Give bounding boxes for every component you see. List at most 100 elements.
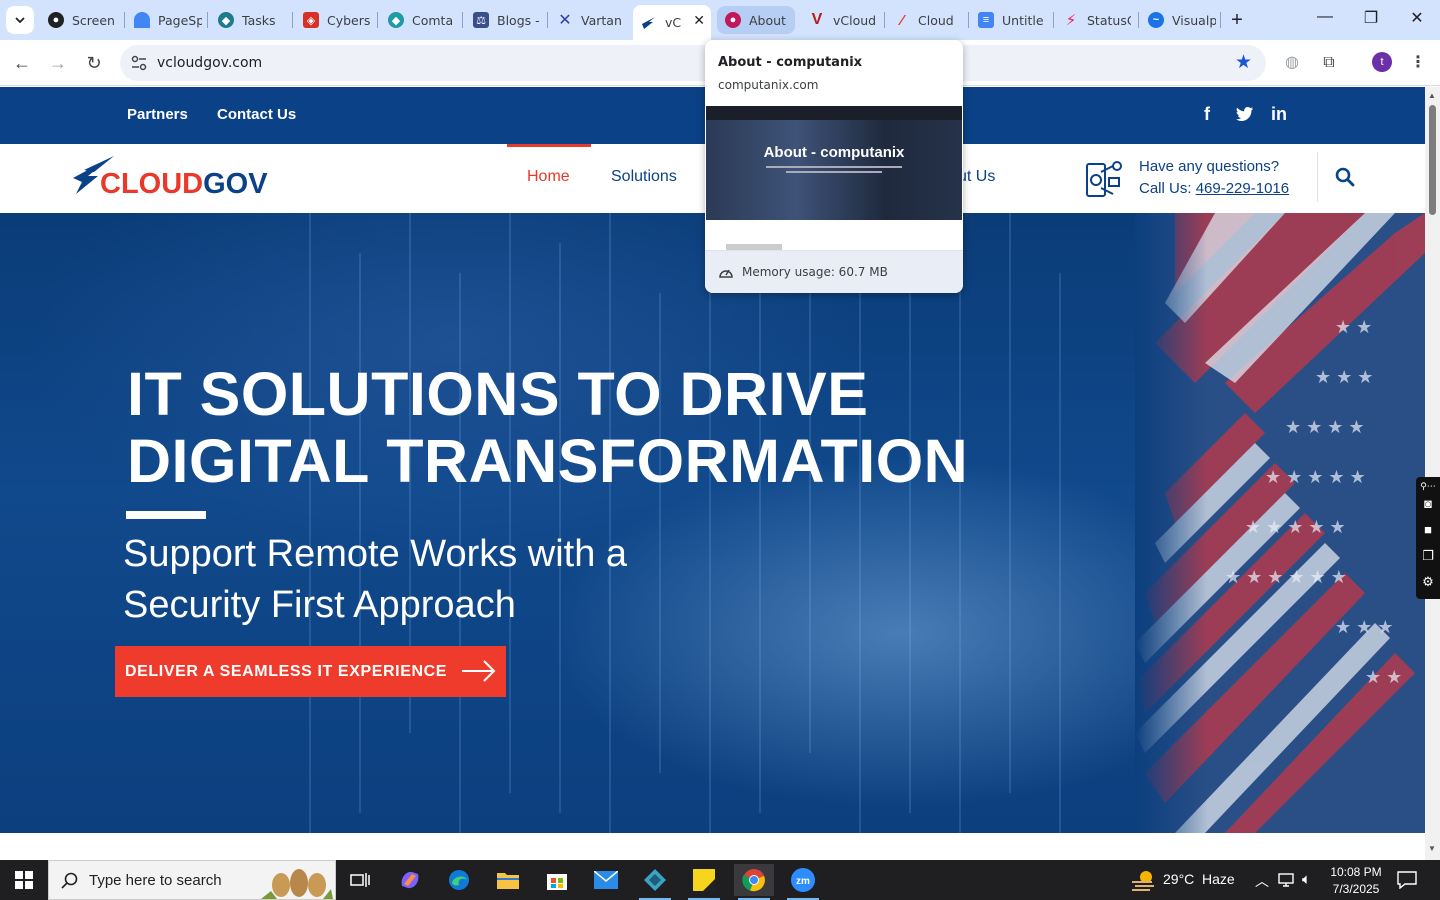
twitter-icon[interactable] xyxy=(1236,106,1254,122)
tab-pagespeed[interactable]: PageSp xyxy=(126,5,210,35)
notifications-icon[interactable] xyxy=(1397,871,1417,889)
tab-cloud[interactable]: ⁄ Cloud xyxy=(886,5,970,35)
linkedin-icon[interactable]: in xyxy=(1271,104,1287,125)
app-diamond-icon[interactable] xyxy=(635,864,675,900)
forward-arrow-icon[interactable]: → xyxy=(45,50,71,76)
facebook-icon[interactable]: f xyxy=(1204,104,1210,125)
topbar-link-partners[interactable]: Partners xyxy=(127,106,188,123)
pagespeed-icon xyxy=(134,12,150,28)
url-text[interactable]: vcloudgov.com xyxy=(157,55,262,71)
tab-visualping[interactable]: ~ Visualp xyxy=(1140,5,1224,35)
topbar-link-contact[interactable]: Contact Us xyxy=(217,106,296,123)
docs-icon: ≡ xyxy=(978,12,994,28)
taskbar-search-placeholder: Type here to search xyxy=(89,872,222,889)
tab-vcloud[interactable]: V vCloud xyxy=(801,5,885,35)
tray-chevron-up-icon[interactable]: ︿ xyxy=(1255,871,1269,891)
tab-title: vCloud xyxy=(833,12,877,28)
page-scrollbar[interactable]: ▲ ▼ xyxy=(1425,87,1440,860)
tab-cybers[interactable]: ◈ Cybers xyxy=(295,5,379,35)
camera-icon[interactable]: ◙ xyxy=(1419,495,1437,513)
extensions-puzzle-icon[interactable]: ⧉ xyxy=(1318,52,1340,74)
menu-active-indicator xyxy=(507,144,591,147)
windows-logo-icon xyxy=(15,871,33,889)
contact-question: Have any questions? xyxy=(1139,158,1280,175)
site-info-icon[interactable] xyxy=(130,54,148,72)
hover-card-title: About - computanix xyxy=(718,55,863,70)
v-logo-icon: V xyxy=(811,11,823,28)
tab-vartan[interactable]: ✕ Vartan xyxy=(549,5,633,35)
task-view-icon[interactable] xyxy=(340,864,380,896)
tab-screen[interactable]: ● Screen xyxy=(40,5,124,35)
volume-icon[interactable]: 🔈︎ xyxy=(1302,871,1311,888)
tab-comta[interactable]: ◆ Comta xyxy=(380,5,464,35)
weather-temp[interactable]: 29°C xyxy=(1163,871,1194,887)
logo-text-cloud: CLOUD xyxy=(100,168,204,200)
arrow-right-icon xyxy=(462,660,496,682)
edge-browser-icon[interactable] xyxy=(439,864,479,896)
tab-blogs[interactable]: ⚖ Blogs - xyxy=(465,5,549,35)
tab-separator xyxy=(547,12,548,28)
sticky-notes-icon[interactable] xyxy=(684,864,724,900)
windows-start-icon[interactable] xyxy=(0,860,48,900)
copilot-icon[interactable] xyxy=(390,864,430,896)
microsoft-store-icon[interactable] xyxy=(537,864,577,896)
reload-icon[interactable]: ↻ xyxy=(81,50,107,76)
hero-subheadline: Support Remote Works with a Security Fir… xyxy=(123,533,628,626)
clock-time: 10:08 PM xyxy=(1330,865,1382,879)
tab-untitled[interactable]: ≡ Untitle xyxy=(970,5,1054,35)
close-tab-icon[interactable]: ✕ xyxy=(693,12,705,29)
contact-call: Call Us: 469-229-1016 xyxy=(1139,180,1289,197)
cybersecurity-icon: ◈ xyxy=(303,12,319,28)
cta-button[interactable]: DELIVER A SEAMLESS IT EXPERIENCE xyxy=(115,646,506,697)
minimize-icon[interactable]: — xyxy=(1310,8,1340,26)
tab-title: About xyxy=(749,12,786,28)
taskbar-search-box[interactable]: Type here to search xyxy=(48,860,336,900)
file-explorer-icon[interactable] xyxy=(488,864,528,896)
address-bar[interactable]: vcloudgov.com ★ xyxy=(120,45,1266,81)
restore-icon[interactable]: ❐ xyxy=(1356,8,1386,28)
tab-status[interactable]: ⚡ StatusC xyxy=(1055,5,1139,35)
preview-below-fold xyxy=(726,244,782,250)
tab-about-hovered[interactable]: ● About xyxy=(717,6,795,34)
back-arrow-icon[interactable]: ← xyxy=(9,50,35,76)
network-icon[interactable] xyxy=(1278,872,1296,888)
tab-title: Cybers xyxy=(327,12,371,28)
video-camera-icon[interactable]: ■ xyxy=(1419,521,1437,539)
divider xyxy=(1317,152,1318,202)
weather-haze-icon[interactable] xyxy=(1130,868,1156,892)
tab-vcloudgov-active[interactable]: vC ✕ xyxy=(633,5,711,40)
copy-windows-icon[interactable]: ❐ xyxy=(1419,547,1437,565)
tab-separator xyxy=(207,12,208,28)
more-options-icon[interactable]: ⚲⋯ xyxy=(1419,477,1437,495)
profile-avatar[interactable]: t xyxy=(1372,52,1392,72)
scroll-thumb[interactable] xyxy=(1429,105,1436,215)
hero-headline: IT SOLUTIONS TO DRIVE DIGITAL TRANSFORMA… xyxy=(127,360,969,495)
menu-kebab-icon[interactable]: ⋮ xyxy=(1407,52,1429,74)
hover-card-domain: computanix.com xyxy=(718,78,819,92)
tasks-icon: ◆ xyxy=(218,12,234,28)
scroll-up-icon[interactable]: ▲ xyxy=(1428,91,1436,100)
tab-tasks[interactable]: ◆ Tasks xyxy=(210,5,294,35)
chrome-icon[interactable] xyxy=(734,864,774,900)
menu-about-us[interactable]: ut Us xyxy=(958,168,995,186)
close-window-icon[interactable]: ✕ xyxy=(1402,8,1432,28)
menu-solutions[interactable]: Solutions xyxy=(611,168,677,186)
menu-home[interactable]: Home xyxy=(527,168,570,186)
tab-strip: ● Screen PageSp ◆ Tasks ◈ Cybers ◆ Comta… xyxy=(0,0,1440,40)
tab-separator xyxy=(1220,12,1221,28)
phone-number-link[interactable]: 469-229-1016 xyxy=(1196,180,1289,197)
search-icon[interactable] xyxy=(1334,166,1356,188)
zoom-icon[interactable]: zm xyxy=(783,864,823,900)
settings-gear-icon[interactable]: ⚙ xyxy=(1419,573,1437,591)
bookmark-star-icon[interactable]: ★ xyxy=(1235,51,1252,74)
cloudgov-logo[interactable]: CLOUDGOV xyxy=(70,156,280,202)
translate-globe-icon[interactable]: ◍ xyxy=(1281,52,1303,74)
mail-icon[interactable] xyxy=(586,864,626,896)
new-tab-plus-icon[interactable]: + xyxy=(1226,9,1248,31)
weather-desc[interactable]: Haze xyxy=(1202,871,1235,887)
taskbar-clock[interactable]: 10:08 PM 7/3/2025 xyxy=(1326,864,1386,898)
hero-background-lines xyxy=(309,213,1061,833)
tab-search-button[interactable] xyxy=(6,6,34,34)
tab-title: Tasks xyxy=(242,12,276,28)
scroll-down-icon[interactable]: ▼ xyxy=(1428,844,1436,853)
